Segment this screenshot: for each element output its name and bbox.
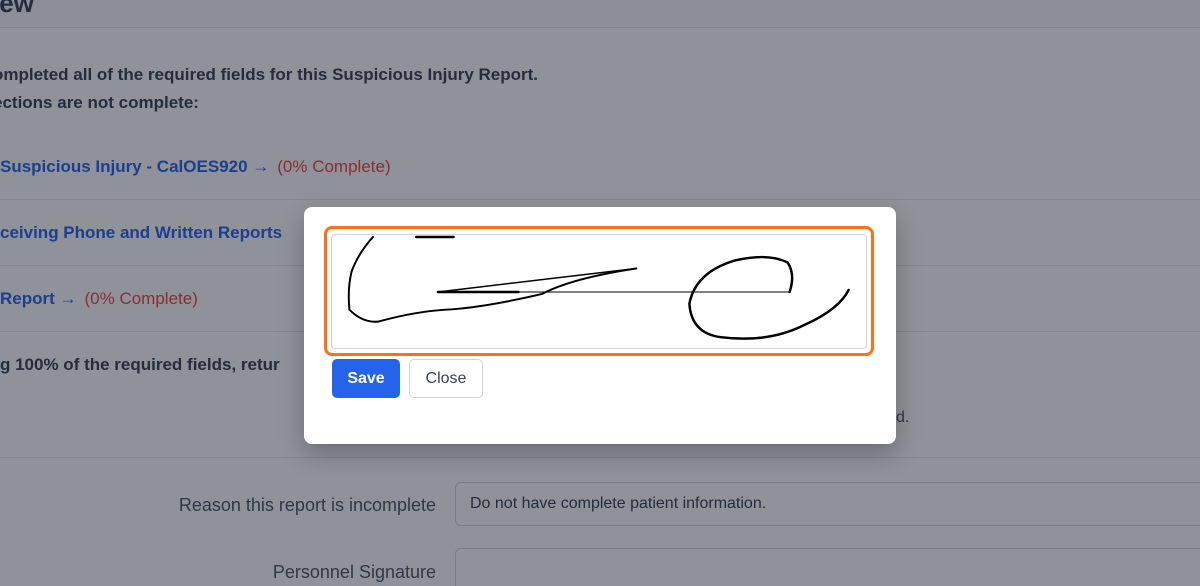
page: iew ompleted all of the required fields …	[0, 0, 1200, 586]
save-button[interactable]: Save	[332, 359, 400, 398]
signature-focus-ring	[324, 226, 874, 356]
signature-modal: Save Close	[304, 207, 896, 444]
signature-drawing	[347, 235, 850, 340]
signature-pad[interactable]	[331, 234, 867, 349]
close-button[interactable]: Close	[409, 359, 483, 398]
